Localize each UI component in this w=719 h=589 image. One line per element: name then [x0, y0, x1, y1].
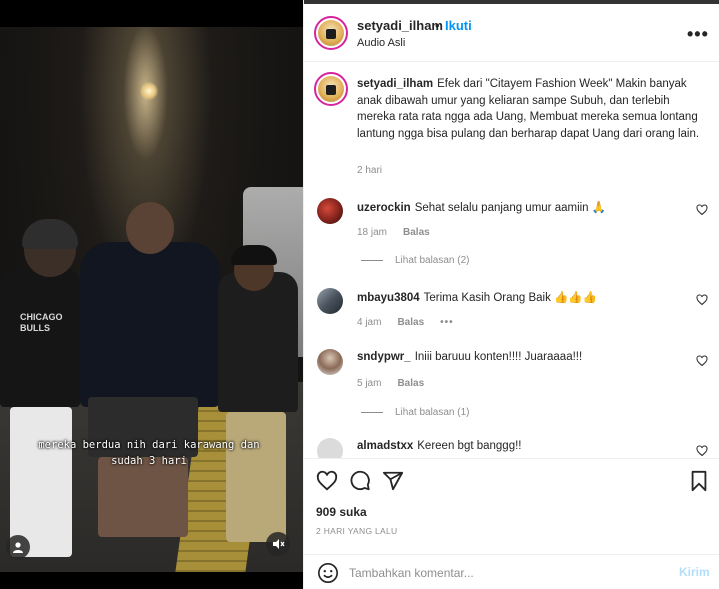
audio-label[interactable]: Audio Asli: [357, 37, 405, 49]
post-actions-bar: 909 suka 2 HARI YANG LALU: [304, 458, 719, 554]
video-subtitle-line2: sudah 3 hari: [111, 455, 187, 467]
reply-button[interactable]: Balas: [403, 227, 430, 238]
comment-meta: 4 jam Balas •••: [357, 317, 470, 328]
heart-icon[interactable]: [316, 470, 338, 492]
replies-divider: [361, 260, 383, 261]
view-replies-button[interactable]: Lihat balasan (1): [361, 407, 470, 418]
author-avatar-image: [318, 20, 344, 46]
commenter-username[interactable]: almadstxx: [357, 440, 413, 452]
heart-icon[interactable]: [696, 204, 708, 216]
caption-author-avatar-image: [318, 76, 344, 102]
post-caption: setyadi_ilham Efek dari "Citayem Fashion …: [357, 76, 707, 142]
comment-time[interactable]: 5 jam: [357, 378, 381, 389]
separator-dot: •: [435, 18, 440, 33]
more-options-icon[interactable]: •••: [687, 24, 709, 45]
person-right-legs: [226, 412, 286, 542]
emoji-icon[interactable]: [317, 562, 339, 584]
view-replies-label: Lihat balasan (2): [395, 255, 470, 266]
commenter-username[interactable]: sndypwr_: [357, 351, 411, 363]
commenter-avatar[interactable]: [317, 198, 343, 224]
mute-button[interactable]: [266, 532, 290, 556]
heart-icon[interactable]: [696, 445, 708, 457]
video-top-bar: [0, 0, 303, 27]
video-bottom-bar: [0, 572, 303, 589]
comment-body: Iniii baruuu konten!!!! Juaraaaa!!!: [414, 351, 583, 363]
video-frame[interactable]: [0, 27, 303, 572]
post-header: setyadi_ilham • Ikuti Audio Asli •••: [304, 4, 719, 62]
caption-author-avatar[interactable]: [314, 72, 348, 106]
reply-button[interactable]: Balas: [397, 378, 424, 389]
person-right-hair: [231, 245, 277, 265]
comment-item: sndypwr_ Iniii baruuu konten!!!! Juaraaaa…: [304, 341, 719, 421]
post-date[interactable]: 2 HARI YANG LALU: [316, 526, 398, 536]
person-left-cap: [22, 219, 78, 249]
comment-meta: 18 jam Balas: [357, 227, 446, 238]
heart-icon[interactable]: [696, 294, 708, 306]
view-replies-label: Lihat balasan (1): [395, 407, 470, 418]
comment-body: Terima Kasih Orang Baik 👍👍👍: [423, 292, 597, 304]
person-center-legs: [98, 457, 188, 537]
share-icon[interactable]: [382, 470, 404, 492]
comment-item: uzerockin Sehat selalu panjang umur aamii…: [304, 190, 719, 270]
commenter-avatar[interactable]: [317, 349, 343, 375]
comment-text: almadstxx Kereen bgt banggg!!: [357, 440, 522, 452]
shirt-logo: CHICAGO BULLS: [20, 312, 63, 333]
comment-item: almadstxx Kereen bgt banggg!!: [304, 432, 719, 458]
comment-time[interactable]: 4 jam: [357, 317, 381, 328]
user-icon: [13, 542, 23, 553]
commenter-avatar[interactable]: [317, 438, 343, 458]
view-replies-button[interactable]: Lihat balasan (2): [361, 255, 470, 266]
comment-icon[interactable]: [349, 470, 371, 492]
post-details-panel: setyadi_ilham • Ikuti Audio Asli ••• set…: [303, 0, 719, 589]
replies-divider: [361, 412, 383, 413]
author-avatar[interactable]: [314, 16, 348, 50]
person-left-body: [0, 267, 80, 407]
street-light: [140, 82, 158, 100]
comment-body: Kereen bgt banggg!!: [417, 440, 522, 452]
add-comment-bar: Kirim: [304, 554, 719, 589]
person-center-head: [126, 202, 174, 254]
heart-icon[interactable]: [696, 355, 708, 367]
comment-body: Sehat selalu panjang umur aamiin 🙏: [414, 202, 607, 214]
commenter-username[interactable]: mbayu3804: [357, 292, 420, 304]
comment-more-icon[interactable]: •••: [440, 317, 454, 328]
bookmark-icon[interactable]: [688, 470, 710, 492]
video-subtitle-line1: mereka berdua nih dari karawang dan: [38, 439, 260, 451]
comment-text: mbayu3804 Terima Kasih Orang Baik 👍👍👍: [357, 290, 597, 304]
likes-count[interactable]: 909 suka: [316, 505, 367, 519]
follow-button[interactable]: Ikuti: [445, 18, 472, 33]
post-comment-button[interactable]: Kirim: [679, 565, 710, 579]
video-subtitle: mereka berdua nih dari karawang dan suda…: [24, 437, 274, 469]
caption-username[interactable]: setyadi_ilham: [357, 78, 433, 90]
comment-input[interactable]: [349, 563, 659, 583]
speaker-muted-icon: [272, 539, 285, 549]
person-center-body: [80, 242, 220, 407]
reply-button[interactable]: Balas: [397, 317, 424, 328]
comment-text: uzerockin Sehat selalu panjang umur aamii…: [357, 200, 606, 214]
author-username[interactable]: setyadi_ilham: [357, 18, 443, 33]
comment-time[interactable]: 18 jam: [357, 227, 387, 238]
comment-text: sndypwr_ Iniii baruuu konten!!!! Juaraaaa…: [357, 351, 582, 363]
caption-timestamp[interactable]: 2 hari: [357, 165, 382, 176]
commenter-avatar[interactable]: [317, 288, 343, 314]
comment-meta: 5 jam Balas: [357, 378, 440, 389]
user-tag-button[interactable]: [6, 535, 30, 559]
commenter-username[interactable]: uzerockin: [357, 202, 411, 214]
comments-list[interactable]: setyadi_ilham Efek dari "Citayem Fashion …: [304, 62, 719, 458]
video-panel[interactable]: CHICAGO BULLS mereka berdua nih dari kar…: [0, 0, 303, 589]
person-right-body: [218, 272, 298, 412]
